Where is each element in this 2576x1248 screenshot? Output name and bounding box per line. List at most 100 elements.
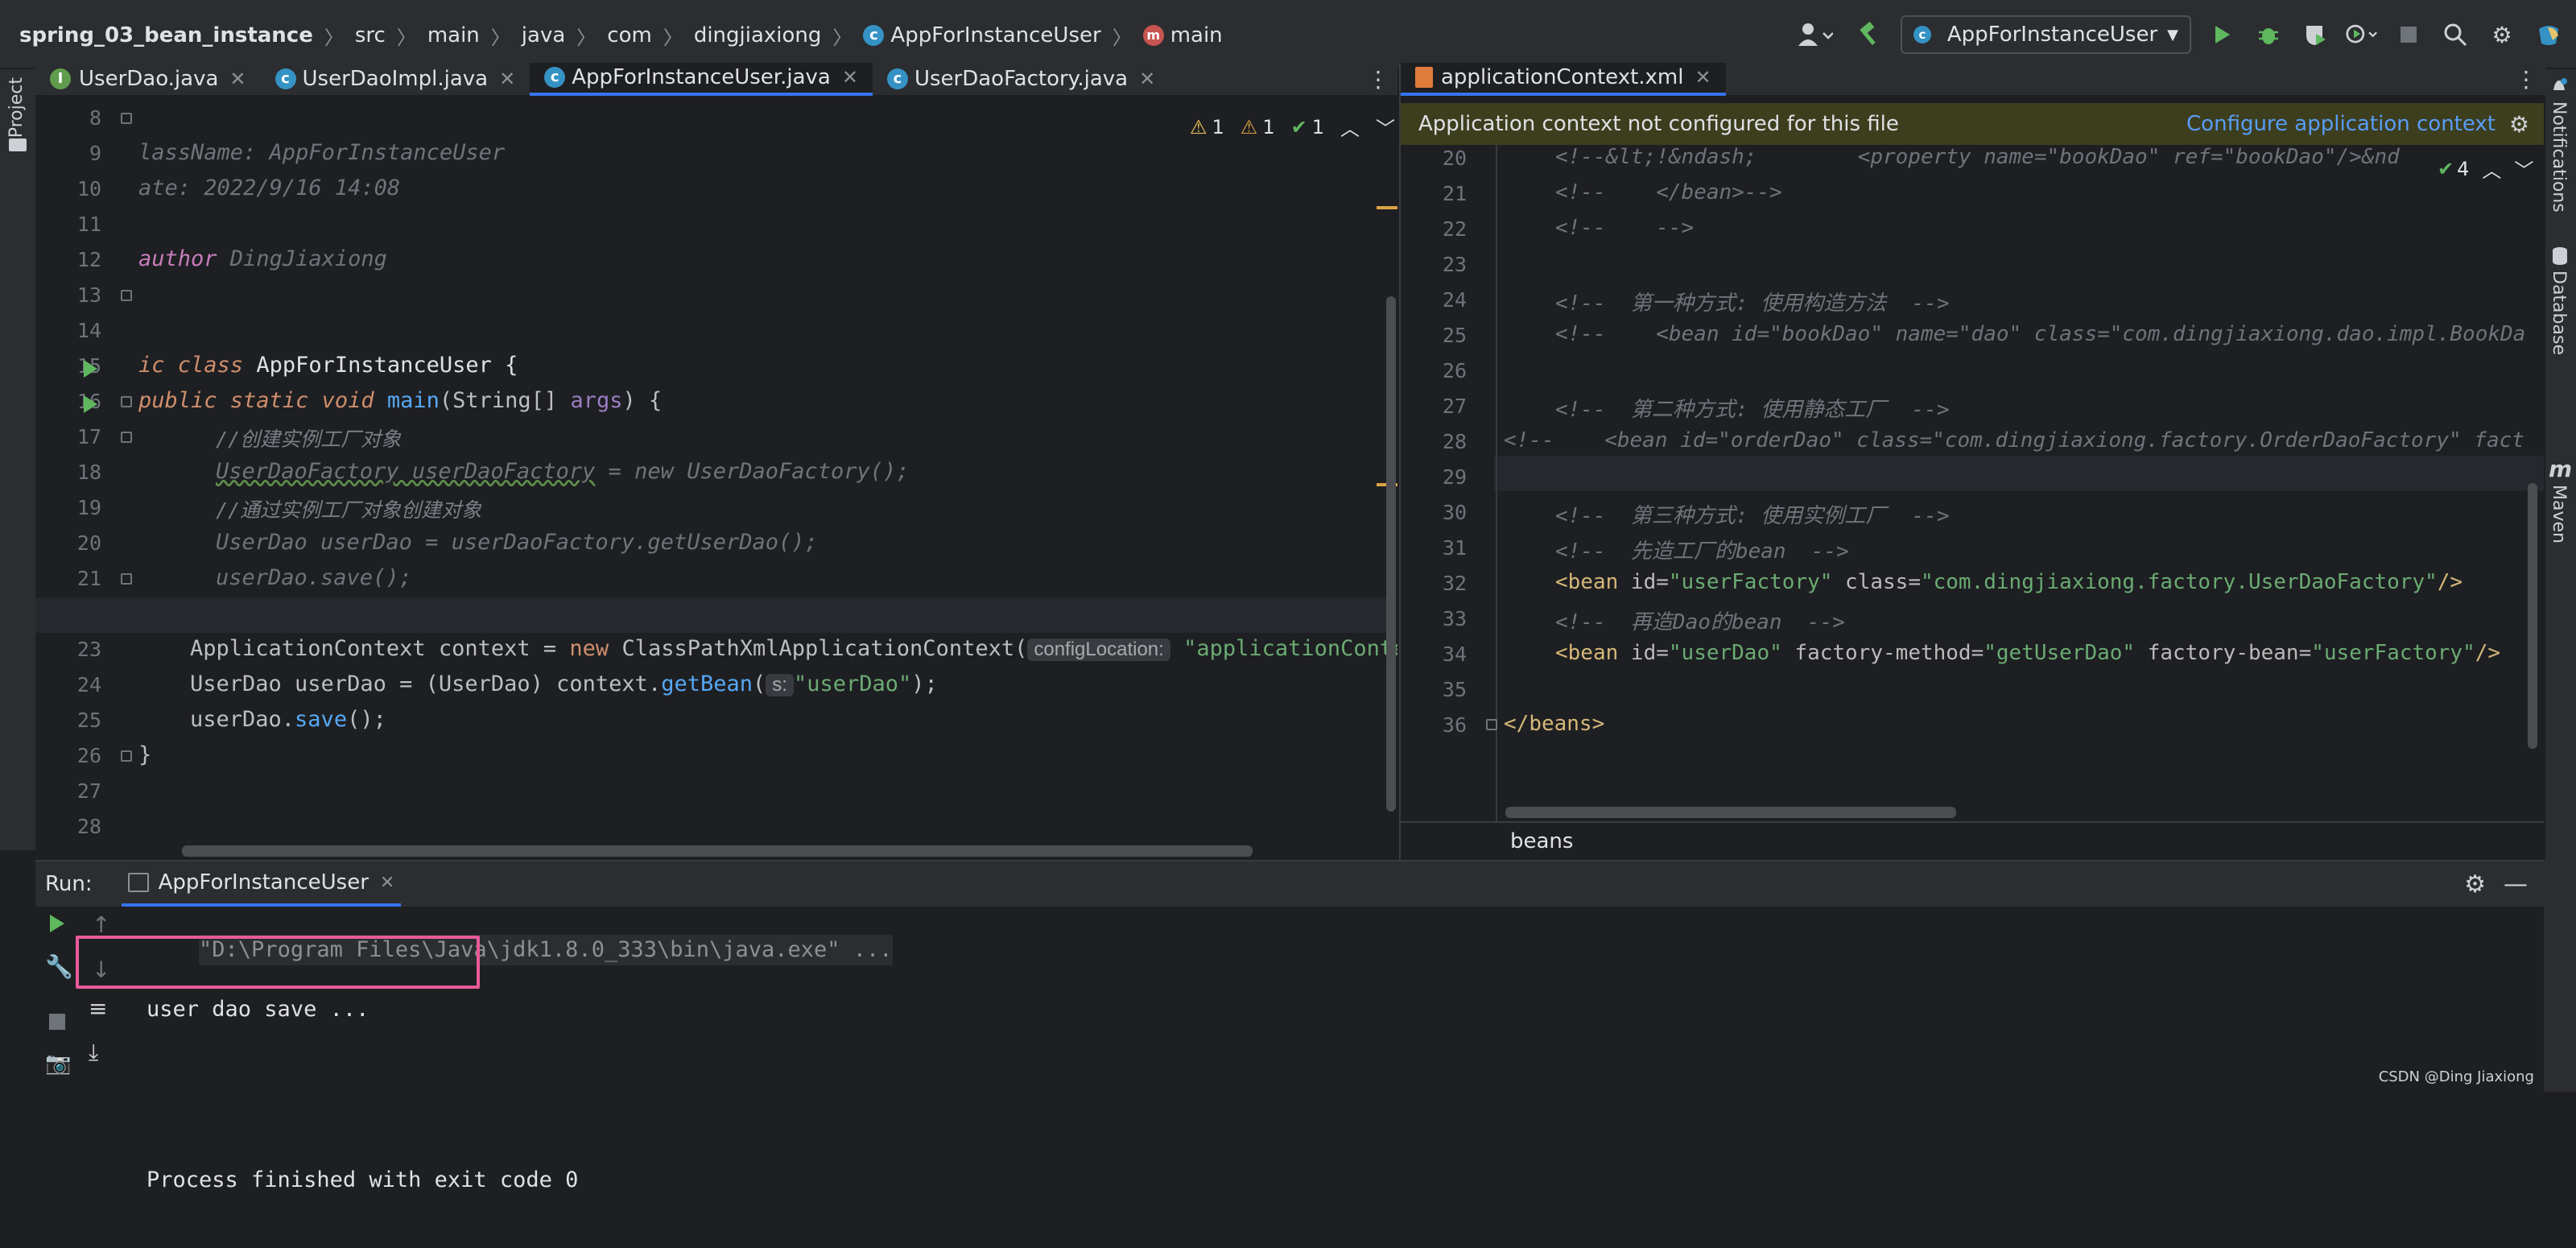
code-line[interactable]: userDao.save(); [190,707,386,732]
fold-marker-icon[interactable] [121,396,132,407]
debug-bug-icon[interactable] [2252,19,2285,51]
horizontal-scrollbar[interactable] [1505,807,1956,818]
xml-breadcrumb-beans[interactable]: beans [1510,829,1573,853]
code-line[interactable]: <!-- </bean>--> [1555,180,1782,205]
configure-context-link[interactable]: Configure application context [2186,112,2496,136]
close-icon[interactable]: ✕ [1139,68,1155,90]
breadcrumb-src[interactable]: src [355,23,386,48]
run-icon[interactable] [2206,19,2238,51]
breadcrumb-project[interactable]: spring_03_bean_instance [19,23,313,48]
project-tool-label[interactable]: Project [6,77,27,138]
close-icon[interactable]: ✕ [380,873,394,893]
run-gutter-icon[interactable] [84,395,97,413]
chevron-down-icon[interactable]: ﹀ [1376,113,1395,141]
code-line[interactable]: } [138,742,151,767]
build-hammer-icon[interactable] [1854,19,1886,51]
code-line[interactable]: ic class AppForInstanceUser { [138,353,518,378]
more-tabs-kebab-icon[interactable]: ⋮ [2515,66,2537,93]
code-line[interactable]: public static void main(String[] args) { [138,388,662,413]
run-configuration-dropdown[interactable]: c AppForInstanceUser ▼ [1900,15,2191,54]
vertical-scrollbar[interactable] [1386,296,1396,812]
inspection-widget[interactable]: ✔ 4 ︿ ﹀ [2433,155,2534,183]
code-line[interactable]: author DingJiaxiong [138,246,387,271]
breadcrumb-class[interactable]: AppForInstanceUser [890,23,1100,48]
breadcrumb-package[interactable]: dingjiaxiong [694,23,822,48]
code-line[interactable]: <!-- --> [1555,216,1694,240]
breadcrumb-java[interactable]: java [522,23,565,48]
code-line[interactable]: <!-- <bean id="bookDao" name="dao" class… [1555,322,2525,346]
chevron-up-icon[interactable]: ︿ [2482,155,2501,183]
scroll-to-end-icon[interactable]: ⤓ [89,1039,98,1066]
breadcrumb-method[interactable]: main [1170,23,1223,48]
code-line[interactable]: <!-- 再造Dao的bean --> [1555,605,1845,635]
tab-userdaofactory-java[interactable]: c UserDaoFactory.java ✕ [873,63,1170,96]
database-icon[interactable] [2552,246,2568,266]
notification-bell-icon[interactable] [2550,77,2568,95]
minimize-icon[interactable]: — [2504,870,2528,899]
tab-userdaoimpl-java[interactable]: c UserDaoImpl.java ✕ [261,63,530,96]
tab-userdao-java[interactable]: I UserDao.java ✕ [35,63,261,96]
profiler-icon[interactable] [2346,19,2378,51]
close-icon[interactable]: ✕ [229,68,246,90]
close-icon[interactable]: ✕ [499,68,515,90]
maven-tool-label[interactable]: Maven [2549,485,2569,543]
code-line[interactable]: <!-- 第一种方式: 使用构造方法 --> [1555,287,1950,316]
tab-applicationcontext-xml[interactable]: applicationContext.xml ✕ [1401,63,1726,96]
coverage-icon[interactable] [2299,19,2331,51]
settings-gear-icon[interactable]: ⚙ [2464,870,2486,899]
code-line[interactable]: userDao.save(); [216,565,412,590]
soft-wrap-icon[interactable]: ≡ [89,995,107,1022]
close-icon[interactable]: ✕ [842,66,858,89]
chevron-down-icon[interactable]: ﹀ [2514,155,2533,183]
run-tab[interactable]: AppForInstanceUser ✕ [121,862,402,907]
jetbrains-logo-icon[interactable] [2533,19,2565,51]
stop-icon[interactable] [48,1010,66,1036]
code-line[interactable]: UserDaoFactory userDaoFactory = new User… [216,459,910,484]
settings-gear-icon[interactable]: ⚙ [2509,111,2529,138]
code-line[interactable]: //创建实例工厂对象 [216,424,401,453]
fold-marker-icon[interactable] [1486,719,1497,730]
inspection-widget[interactable]: ⚠ 1 ⚠ 1 ✔ 1 ︿ ﹀ [1190,113,1395,141]
code-line[interactable]: UserDao userDao = (UserDao) context.getB… [190,672,938,696]
code-line[interactable]: <!-- <bean id="orderDao" class="com.ding… [1504,428,2524,453]
code-line[interactable]: <!-- 先造工厂的bean --> [1555,535,1849,564]
close-icon[interactable]: ✕ [1695,66,1711,89]
database-tool-label[interactable]: Database [2549,271,2569,355]
stop-icon[interactable] [2392,19,2425,51]
fold-marker-icon[interactable] [121,290,132,301]
user-icon[interactable] [1791,19,1839,51]
fold-marker-icon[interactable] [121,750,132,762]
search-icon[interactable] [2439,19,2471,51]
settings-gear-icon[interactable]: ⚙ [2486,19,2518,51]
more-tabs-kebab-icon[interactable]: ⋮ [1367,66,1389,93]
wrench-icon[interactable]: 🔧 [45,953,73,980]
breadcrumb-com[interactable]: com [607,23,652,48]
tab-appforinstanceuser-java[interactable]: c AppForInstanceUser.java ✕ [530,63,873,96]
camera-icon[interactable]: 📷 [45,1052,71,1076]
run-gutter-icon[interactable] [84,360,97,378]
code-line[interactable]: </beans> [1504,712,1604,736]
maven-icon[interactable]: m [2549,456,2572,482]
scroll-up-icon[interactable]: ↑ [92,911,110,938]
code-line[interactable]: <bean id="userFactory" class="com.dingji… [1555,570,2462,594]
code-line[interactable]: lassName: AppForInstanceUser [138,140,505,165]
horizontal-scrollbar[interactable] [182,845,1253,857]
chevron-up-icon[interactable]: ︿ [1340,113,1360,141]
fold-marker-icon[interactable] [121,573,132,585]
breadcrumb-main[interactable]: main [427,23,480,48]
code-line[interactable]: <!-- 第二种方式: 使用静态工厂 --> [1555,393,1950,423]
folder-icon[interactable] [9,138,27,151]
fold-marker-icon[interactable] [121,113,132,124]
code-line[interactable]: //通过实例工厂对象创建对象 [216,494,481,523]
code-line[interactable]: ApplicationContext context = new ClassPa… [190,636,1397,661]
scrollbar-marker[interactable] [1377,206,1397,209]
code-line[interactable]: <!--&lt;!&ndash; <property name="bookDao… [1555,145,2400,169]
vertical-scrollbar[interactable] [2528,483,2537,749]
rerun-icon[interactable] [47,913,68,940]
code-line[interactable]: UserDao userDao = userDaoFactory.getUser… [216,530,818,555]
notifications-tool-label[interactable]: Notifications [2549,101,2569,213]
code-line[interactable]: ate: 2022/9/16 14:08 [138,176,400,200]
fold-marker-icon[interactable] [121,432,132,443]
code-line[interactable]: <!-- 第三种方式: 使用实例工厂 --> [1555,499,1950,529]
code-line[interactable]: <bean id="userDao" factory-method="getUs… [1555,641,2500,665]
